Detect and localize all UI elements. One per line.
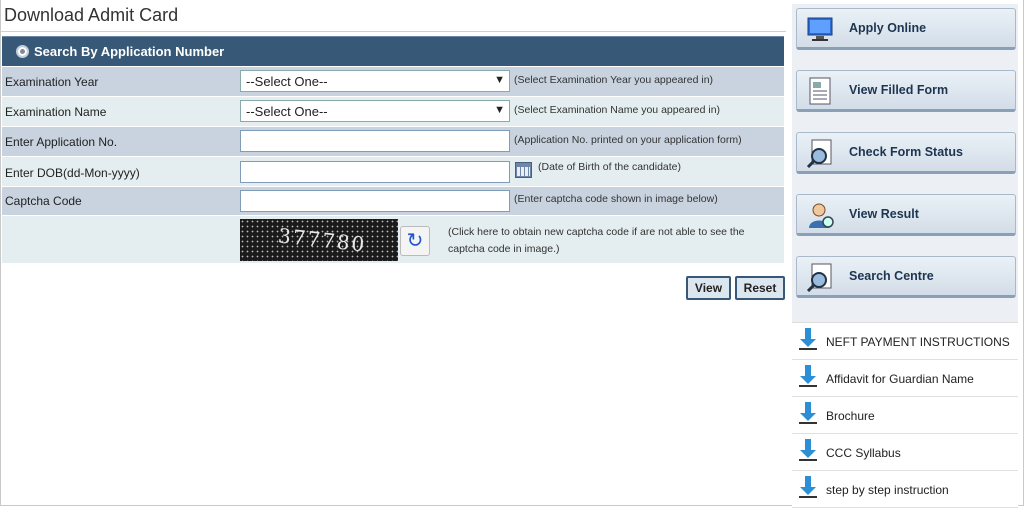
page-title: Download Admit Card — [4, 5, 179, 25]
link-neft-payment[interactable]: NEFT PAYMENT INSTRUCTIONS — [792, 323, 1018, 360]
exam-year-select[interactable]: --Select One-- ▼ — [240, 70, 510, 92]
view-result-label: View Result — [849, 207, 919, 221]
application-number-input[interactable] — [240, 130, 510, 152]
reset-button[interactable]: Reset — [735, 276, 785, 300]
exam-year-row: Examination Year --Select One-- ▼ (Selec… — [2, 67, 784, 96]
link-step-instruction[interactable]: step by step instruction — [792, 471, 1018, 508]
user-icon — [809, 203, 834, 228]
captcha-refresh-hint: (Click here to obtain new captcha code i… — [448, 224, 745, 258]
link-ccc-syllabus[interactable]: CCC Syllabus — [792, 434, 1018, 471]
download-links: NEFT PAYMENT INSTRUCTIONS Affidavit for … — [792, 322, 1018, 508]
link-label: Affidavit for Guardian Name — [826, 372, 974, 386]
captcha-refresh-hint-line2: captcha code in image.) — [448, 243, 560, 255]
captcha-image: 377780 — [240, 219, 398, 261]
exam-year-label: Examination Year — [5, 75, 99, 89]
link-label: CCC Syllabus — [826, 446, 901, 460]
captcha-refresh-hint-line1: (Click here to obtain new captcha code i… — [448, 226, 745, 238]
section-title: Search By Application Number — [34, 44, 225, 59]
exam-name-hint: (Select Examination Name you appeared in… — [514, 104, 721, 116]
section-header: Search By Application Number — [2, 36, 784, 66]
apply-online-label: Apply Online — [849, 21, 927, 35]
view-filled-form-button[interactable]: View Filled Form — [796, 70, 1016, 112]
view-result-button[interactable]: View Result — [796, 194, 1016, 236]
link-label: step by step instruction — [826, 483, 949, 497]
link-label: Brochure — [826, 409, 875, 423]
exam-year-value: --Select One-- — [246, 74, 328, 89]
search-type-radio[interactable] — [16, 45, 29, 58]
download-icon — [799, 439, 817, 461]
view-filled-form-label: View Filled Form — [849, 83, 949, 97]
dob-row: Enter DOB(dd-Mon-yyyy) (Date of Birth of… — [2, 157, 784, 186]
chevron-down-icon: ▼ — [494, 74, 505, 86]
app-no-row: Enter Application No. (Application No. p… — [2, 127, 784, 156]
captcha-row: Captcha Code (Enter captcha code shown i… — [2, 187, 784, 215]
dob-input[interactable] — [240, 161, 510, 183]
form-icon — [809, 77, 831, 105]
monitor-icon — [807, 17, 833, 41]
exam-name-select[interactable]: --Select One-- ▼ — [240, 100, 510, 122]
chevron-down-icon: ▼ — [494, 104, 505, 116]
link-affidavit[interactable]: Affidavit for Guardian Name — [792, 360, 1018, 397]
captcha-image-text: 377780 — [276, 223, 368, 257]
magnifier-doc-icon — [806, 139, 832, 168]
check-form-status-label: Check Form Status — [849, 145, 963, 159]
captcha-image-row: 377780 ↻ (Click here to obtain new captc… — [2, 216, 784, 263]
captcha-hint: (Enter captcha code shown in image below… — [514, 193, 718, 205]
search-centre-button[interactable]: Search Centre — [796, 256, 1016, 298]
download-icon — [799, 328, 817, 350]
check-form-status-button[interactable]: Check Form Status — [796, 132, 1016, 174]
sidebar: Apply Online View Filled Form Check Form… — [792, 4, 1018, 508]
app-no-label: Enter Application No. — [5, 135, 118, 149]
link-label: NEFT PAYMENT INSTRUCTIONS — [826, 335, 1010, 349]
calendar-icon[interactable] — [515, 162, 532, 178]
dob-label: Enter DOB(dd-Mon-yyyy) — [5, 166, 140, 180]
captcha-label: Captcha Code — [5, 194, 82, 208]
exam-year-hint: (Select Examination Year you appeared in… — [514, 74, 714, 86]
magnifier-doc-icon — [806, 263, 832, 292]
link-brochure[interactable]: Brochure — [792, 397, 1018, 434]
app-no-hint: (Application No. printed on your applica… — [514, 134, 742, 146]
exam-name-row: Examination Name --Select One-- ▼ (Selec… — [2, 97, 784, 126]
search-centre-label: Search Centre — [849, 269, 934, 283]
captcha-input[interactable] — [240, 190, 510, 212]
download-icon — [799, 402, 817, 424]
apply-online-button[interactable]: Apply Online — [796, 8, 1016, 50]
title-divider — [0, 31, 786, 32]
refresh-captcha-icon[interactable]: ↻ — [400, 226, 430, 256]
dob-hint: (Date of Birth of the candidate) — [538, 161, 681, 173]
download-icon — [799, 365, 817, 387]
view-button[interactable]: View — [686, 276, 731, 300]
exam-name-label: Examination Name — [5, 105, 107, 119]
exam-name-value: --Select One-- — [246, 104, 328, 119]
download-icon — [799, 476, 817, 498]
